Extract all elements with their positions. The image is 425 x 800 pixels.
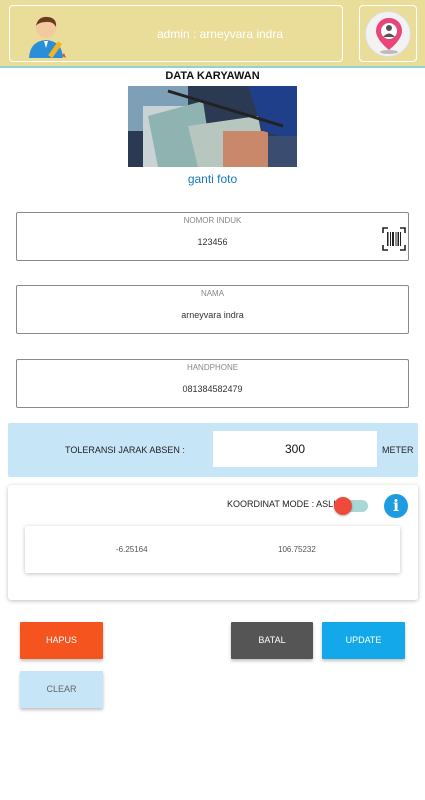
tolerance-input[interactable]: 300 — [213, 431, 377, 467]
nama-label: NAMA — [197, 289, 228, 298]
app-header: admin : arneyvara indra — [0, 0, 425, 68]
delete-button[interactable]: HAPUS — [20, 622, 103, 659]
tolerance-unit: METER — [382, 445, 414, 455]
employee-photo — [128, 86, 297, 167]
longitude-value: 106.75232 — [278, 545, 316, 554]
toggle-knob — [334, 497, 352, 515]
coordinate-card: KOORDINAT MODE : ASLI i -6.25164 106.752… — [8, 485, 418, 600]
handphone-value: 081384582479 — [182, 384, 243, 394]
cancel-button[interactable]: BATAL — [231, 622, 313, 659]
handphone-field[interactable]: HANDPHONE 081384582479 — [16, 359, 409, 408]
info-icon[interactable]: i — [384, 494, 408, 518]
nomor-induk-label: NOMOR INDUK — [180, 216, 245, 225]
handphone-label: HANDPHONE — [183, 363, 242, 372]
header-title: admin : arneyvara indra — [156, 27, 284, 41]
barcode-icon[interactable] — [382, 227, 406, 251]
latitude-value: -6.25164 — [116, 545, 148, 554]
location-icon-circle — [365, 11, 411, 57]
tolerance-label: TOLERANSI JARAK ABSEN : — [65, 445, 185, 455]
location-person-icon — [376, 18, 402, 54]
clear-button[interactable]: CLEAR — [20, 671, 103, 708]
coordinate-box: -6.25164 106.75232 — [25, 526, 400, 573]
nomor-induk-field[interactable]: NOMOR INDUK 123456 — [16, 212, 409, 261]
update-button[interactable]: UPDATE — [322, 622, 405, 659]
page-title: DATA KARYAWAN — [165, 70, 260, 82]
tolerance-bar: TOLERANSI JARAK ABSEN : 300 METER — [8, 423, 418, 477]
coordinate-mode-label: KOORDINAT MODE : ASLI — [227, 499, 336, 509]
user-edit-icon — [29, 16, 66, 59]
header-user-box[interactable]: admin : arneyvara indra — [9, 5, 343, 62]
nomor-induk-value: 123456 — [197, 237, 228, 247]
nama-value: arneyvara indra — [181, 310, 244, 320]
coordinate-mode-toggle[interactable] — [334, 497, 368, 515]
nama-field[interactable]: NAMA arneyvara indra — [16, 285, 409, 334]
location-button[interactable] — [359, 5, 417, 62]
change-photo-link[interactable]: ganti foto — [0, 172, 425, 186]
